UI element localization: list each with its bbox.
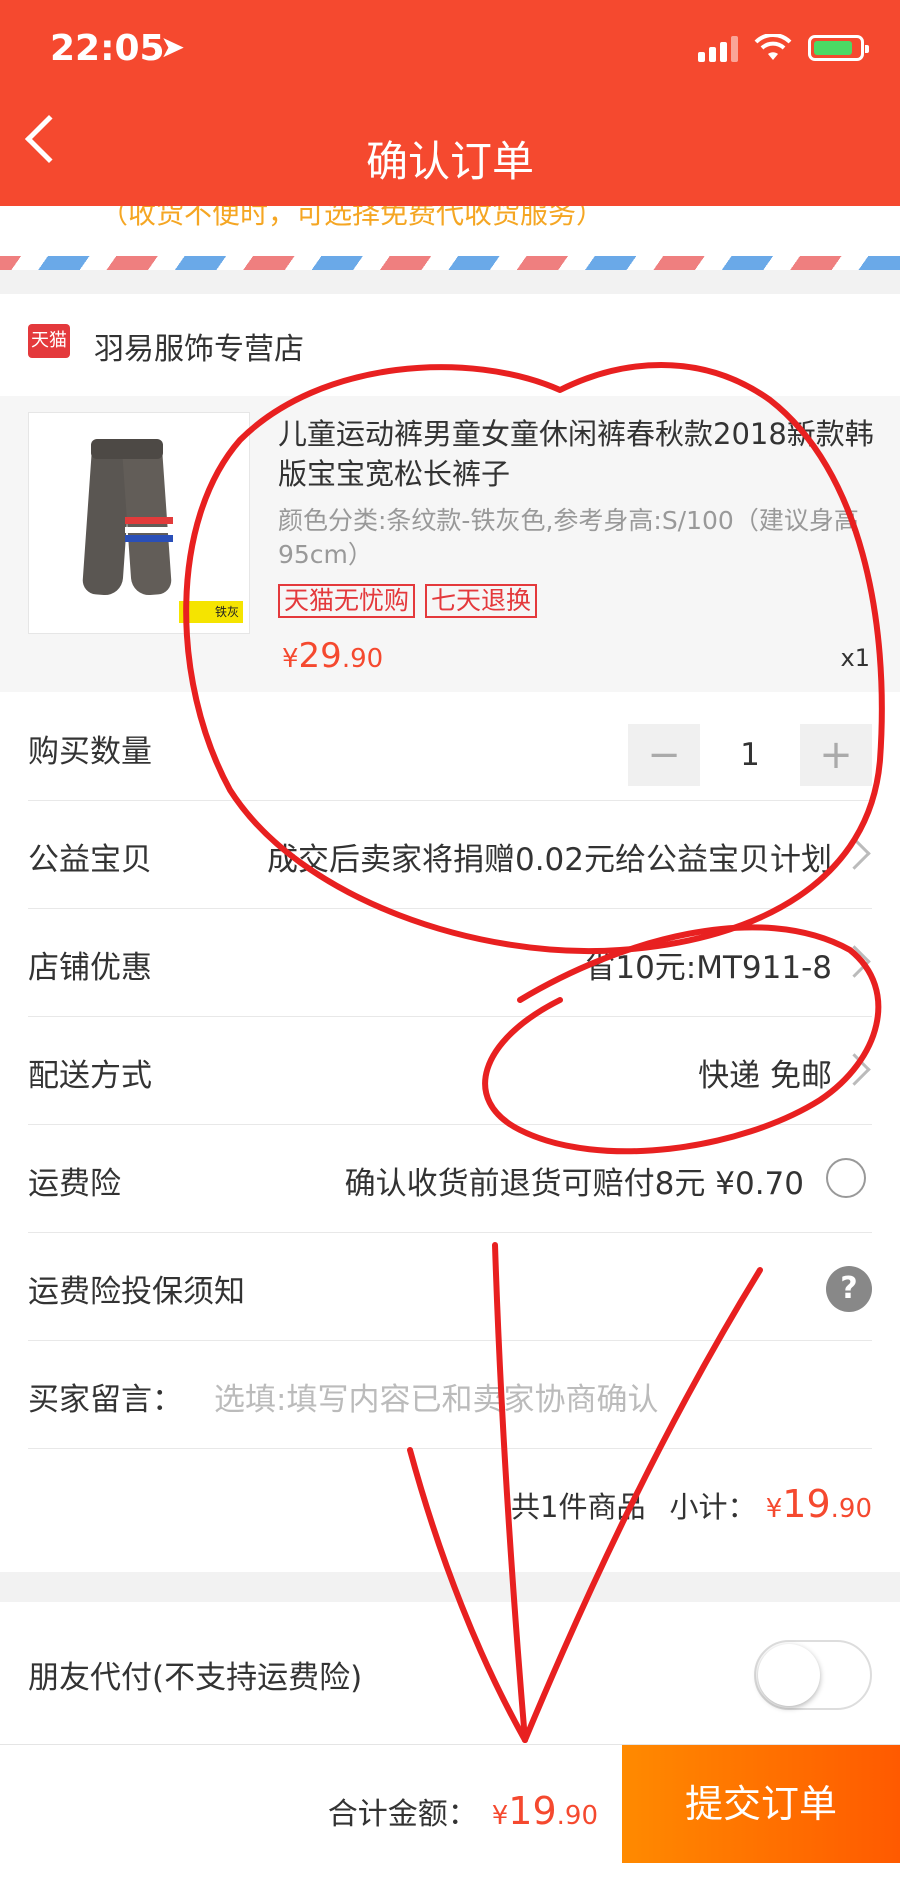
friend-pay-toggle[interactable] <box>754 1640 872 1710</box>
product-image: 铁灰 <box>28 412 250 634</box>
discount-row[interactable]: 店铺优惠 省10元:MT911-8 <box>28 908 872 1017</box>
product-qty: x1 <box>840 644 870 672</box>
price-dec: .90 <box>341 644 384 674</box>
insurance-row: 运费险 确认收货前退货可赔付8元 ¥0.70 <box>28 1124 872 1233</box>
charity-row[interactable]: 公益宝贝 成交后卖家将捐赠0.02元给公益宝贝计划 <box>28 800 872 909</box>
shop-header[interactable]: 天猫 羽易服饰专营店 <box>0 294 900 396</box>
product-title: 儿童运动裤男童女童休闲裤春秋款2018新款韩版宝宝宽松长裤子 <box>278 417 874 491</box>
insurance-value: 确认收货前退货可赔付8元 ¥0.70 <box>344 1166 804 1202</box>
checkout-bar: 合计金额： ¥19.90 提交订单 <box>0 1744 900 1903</box>
pants-stripe-white <box>125 527 173 533</box>
help-icon[interactable]: ? <box>826 1266 872 1312</box>
subtotal-label-group: 小计： ¥19.90 <box>670 1482 873 1526</box>
toggle-knob <box>758 1644 820 1706</box>
price-int: 29 <box>298 636 342 676</box>
page-title: 确认订单 <box>365 137 534 186</box>
subtotal-row: 共1件商品 小计： ¥19.90 <box>28 1448 872 1556</box>
subtotal-symbol: ¥ <box>765 1494 783 1524</box>
chevron-right-icon <box>838 1053 871 1086</box>
image-color-tag: 铁灰 <box>179 601 243 623</box>
product-price: ¥29.90 <box>282 636 383 676</box>
increment-button[interactable]: + <box>800 724 872 786</box>
pants-waist <box>91 439 163 459</box>
total-int: 19 <box>508 1789 557 1833</box>
pants-stripe-red <box>125 517 173 524</box>
product-tags: 天猫无忧购 七天退换 <box>278 584 538 618</box>
price-symbol: ¥ <box>282 644 299 674</box>
message-row: 买家留言： 选填:填写内容已和卖家协商确认 <box>28 1340 872 1449</box>
quantity-row: 购买数量 − 1 + <box>28 692 872 801</box>
shipping-value: 快递 免邮 <box>698 1058 832 1094</box>
tag-seven-day-return: 七天退换 <box>425 584 538 618</box>
order-options: 购买数量 − 1 + 公益宝贝 成交后卖家将捐赠0.02元给公益宝贝计划 店铺优… <box>0 692 900 1572</box>
address-hint[interactable]: （收货不便时，可选择免费代收货服务） <box>0 206 900 258</box>
total-dec: .90 <box>556 1801 598 1831</box>
decrement-button[interactable]: − <box>628 724 700 786</box>
chevron-right-icon <box>838 837 871 870</box>
location-arrow-icon: ➤ <box>160 30 186 65</box>
message-label: 买家留言： <box>28 1382 183 1418</box>
subtotal-amount: ¥19.90 <box>765 1482 872 1526</box>
tag-worry-free: 天猫无忧购 <box>278 584 416 618</box>
discount-label: 店铺优惠 <box>28 950 152 986</box>
quantity-value[interactable]: 1 <box>700 737 800 773</box>
address-hint-text: （收货不便时，可选择免费代收货服务） <box>100 206 605 230</box>
discount-value: 省10元:MT911-8 <box>584 950 832 986</box>
product-card[interactable]: 铁灰 儿童运动裤男童女童休闲裤春秋款2018新款韩版宝宝宽松长裤子 颜色分类:条… <box>0 396 900 692</box>
pants-stripe-blue <box>125 535 173 542</box>
subtotal-dec: .90 <box>830 1494 872 1524</box>
charity-label: 公益宝贝 <box>28 842 152 878</box>
shipping-label: 配送方式 <box>28 1058 152 1094</box>
insurance-label: 运费险 <box>28 1166 121 1202</box>
tmall-logo-icon: 天猫 <box>28 324 70 358</box>
total-amount: 合计金额： ¥19.90 <box>328 1789 598 1833</box>
message-input[interactable]: 选填:填写内容已和卖家协商确认 <box>214 1374 658 1419</box>
signal-icon <box>698 34 738 62</box>
total-label: 合计金额： <box>327 1797 478 1832</box>
airmail-stripe <box>0 256 900 270</box>
quantity-label: 购买数量 <box>28 734 152 770</box>
total-value: ¥19.90 <box>492 1789 598 1833</box>
insurance-radio[interactable] <box>826 1158 866 1198</box>
submit-order-button[interactable]: 提交订单 <box>622 1745 900 1863</box>
quantity-stepper: − 1 + <box>628 724 872 786</box>
insurance-notice-row[interactable]: 运费险投保须知 ? <box>28 1232 872 1341</box>
friend-pay-row: 朋友代付(不支持运费险) <box>0 1602 900 1744</box>
friend-pay-label: 朋友代付(不支持运费险) <box>28 1660 363 1696</box>
subtotal-label: 小计： <box>669 1490 757 1524</box>
subtotal: 共1件商品 小计： ¥19.90 <box>511 1482 872 1526</box>
chevron-right-icon <box>838 945 871 978</box>
insurance-notice-label: 运费险投保须知 <box>28 1274 245 1310</box>
item-count: 共1件商品 <box>511 1490 646 1524</box>
charity-value: 成交后卖家将捐赠0.02元给公益宝贝计划 <box>266 842 832 878</box>
total-symbol: ¥ <box>491 1801 509 1831</box>
wifi-icon <box>754 34 792 60</box>
subtotal-int: 19 <box>782 1482 831 1526</box>
product-spec: 颜色分类:条纹款-铁灰色,参考身高:S/100（建议身高95cm） <box>278 506 859 569</box>
status-icons <box>698 34 869 62</box>
status-time: 22:05 <box>50 28 165 69</box>
battery-icon <box>808 35 869 61</box>
shop-name: 羽易服饰专营店 <box>94 332 304 367</box>
shipping-row[interactable]: 配送方式 快递 免邮 <box>28 1016 872 1125</box>
